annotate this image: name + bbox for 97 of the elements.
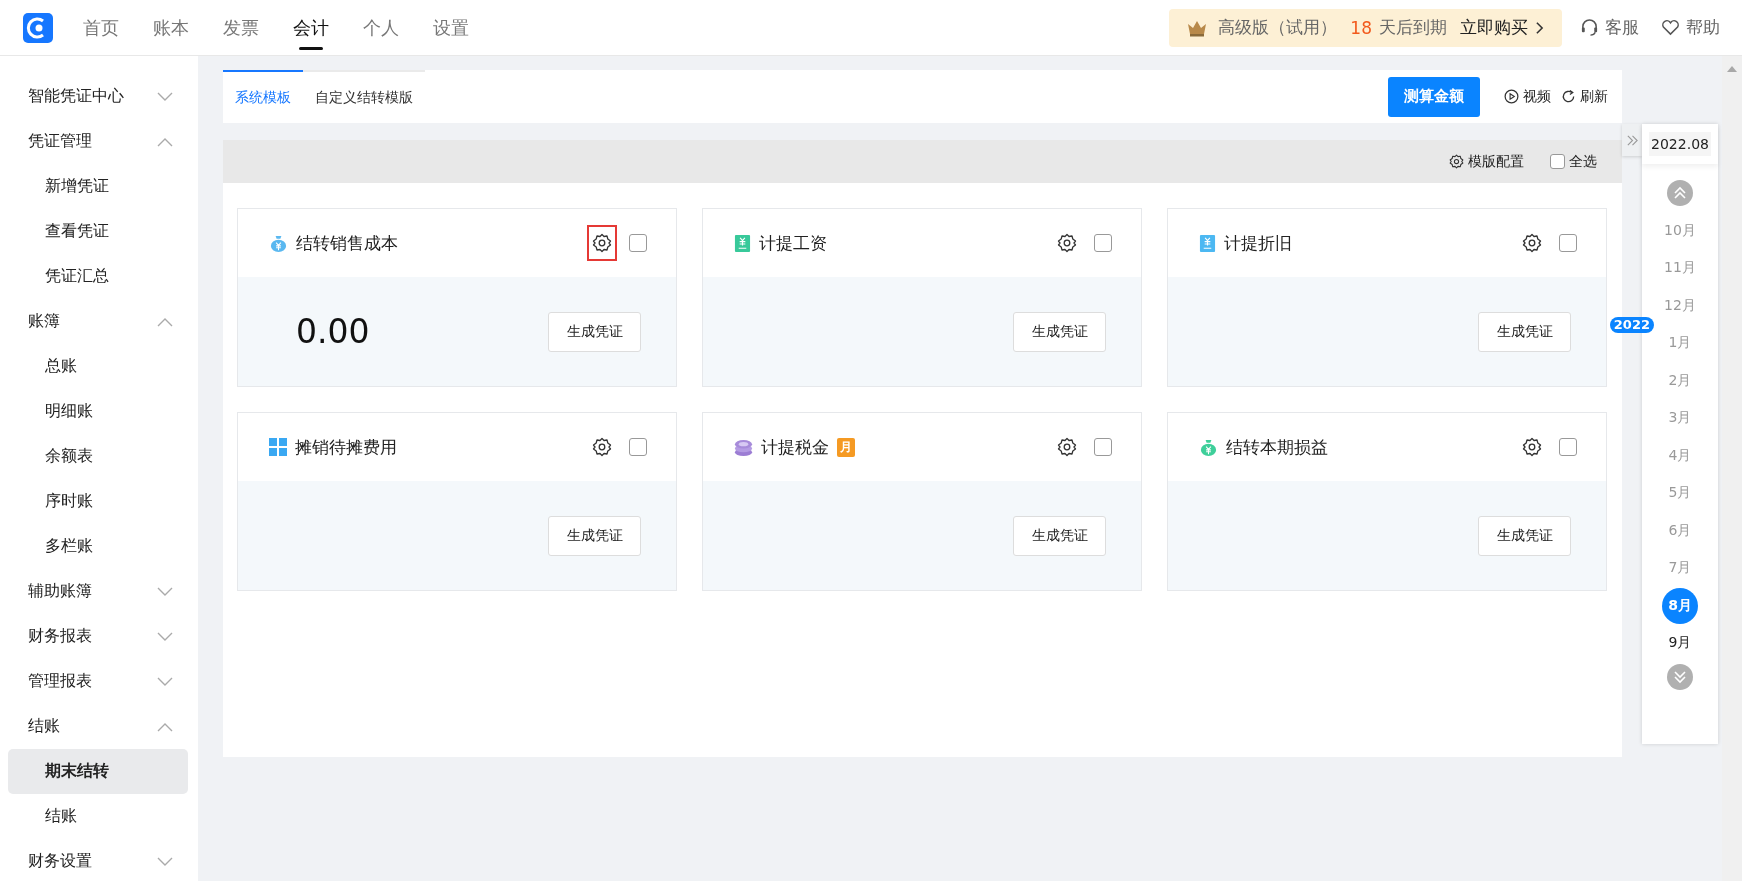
card-title: 结转本期损益 [1226, 435, 1328, 459]
sidebar-group[interactable]: 智能凭证中心 [0, 74, 198, 119]
amount-value: 0.00 [296, 312, 370, 351]
nav-tab[interactable]: 账本 [153, 0, 189, 56]
app-logo-icon[interactable] [23, 12, 53, 43]
settings-icon [592, 437, 612, 457]
template-config-link[interactable]: 模版配置 [1468, 152, 1524, 171]
coins-icon [734, 437, 753, 457]
year-marker: 2022 [1609, 316, 1654, 333]
header-link[interactable]: 帮助 [1686, 16, 1720, 39]
sidebar-item[interactable]: 结账 [8, 794, 188, 839]
card-title: 计提工资 [759, 231, 827, 255]
template-tab[interactable]: 系统模板 [223, 70, 303, 123]
sidebar-group[interactable]: 辅助账簿 [0, 569, 198, 614]
upgrade-banner[interactable]: 高级版（试用） 18 天后到期 立即购买 [1169, 8, 1562, 47]
sidebar-item[interactable]: 期末结转 [8, 749, 188, 794]
settings-icon [592, 233, 612, 253]
generate-voucher-button[interactable]: 生成凭证 [548, 515, 641, 556]
settings-icon [1522, 437, 1542, 457]
card-checkbox[interactable] [1559, 234, 1577, 252]
card-checkbox[interactable] [629, 234, 647, 252]
money-bag-icon [1199, 437, 1218, 457]
settings-icon [1057, 437, 1077, 457]
sidebar-group-label: 凭证管理 [28, 131, 92, 152]
card-settings-button[interactable] [587, 225, 617, 261]
buy-now-link[interactable]: 立即购买 [1460, 16, 1528, 39]
card-title: 计提折旧 [1224, 231, 1292, 255]
sidebar-item[interactable]: 总账 [8, 344, 188, 389]
card-title: 结转销售成本 [296, 231, 398, 255]
sidebar-group[interactable]: 财务报表 [0, 614, 198, 659]
sidebar-group-label: 辅助账簿 [28, 581, 92, 602]
sidebar-group[interactable]: 凭证管理 [0, 119, 198, 164]
heart-icon[interactable] [1661, 19, 1680, 36]
days-count: 18 [1350, 17, 1372, 38]
current-period: 2022.08 [1649, 132, 1711, 156]
sidebar-item[interactable]: 余额表 [8, 434, 188, 479]
video-link[interactable]: 视频 [1523, 87, 1551, 106]
expiry-label: 天后到期 [1379, 16, 1447, 39]
sidebar-group[interactable]: 管理报表 [0, 659, 198, 704]
double-chevron-right-icon [1625, 133, 1639, 147]
scrollbar[interactable] [1722, 56, 1742, 881]
month-item[interactable]: 9月 [1662, 625, 1698, 662]
scroll-up-arrow-icon[interactable] [1727, 66, 1737, 72]
receipt-icon [1199, 234, 1216, 252]
sidebar-group-label: 结账 [28, 716, 60, 737]
template-tab[interactable]: 自定义结转模版 [303, 70, 425, 123]
generate-voucher-button[interactable]: 生成凭证 [1013, 311, 1106, 352]
card-checkbox[interactable] [1559, 438, 1577, 456]
grid-icon [269, 438, 287, 456]
sidebar-group-label: 财务报表 [28, 626, 92, 647]
card-title: 摊销待摊费用 [295, 435, 397, 459]
sidebar-group-label: 智能凭证中心 [28, 86, 124, 107]
sidebar-item[interactable]: 明细账 [8, 389, 188, 434]
sidebar-group[interactable]: 账簿 [0, 299, 198, 344]
sidebar-group-label: 管理报表 [28, 671, 92, 692]
chevron-right-icon [1535, 20, 1544, 35]
money-bag-icon [269, 233, 288, 253]
scroll-up-icon[interactable] [1667, 180, 1693, 206]
generate-voucher-button[interactable]: 生成凭证 [1013, 515, 1106, 556]
refresh-link[interactable]: 刷新 [1580, 87, 1608, 106]
header-link[interactable]: 客服 [1605, 16, 1639, 39]
sidebar-group-label: 账簿 [28, 311, 60, 332]
generate-voucher-button[interactable]: 生成凭证 [1478, 311, 1571, 352]
nav-tab[interactable]: 首页 [83, 0, 119, 56]
sidebar-item[interactable]: 序时账 [8, 479, 188, 524]
sidebar-group[interactable]: 财务设置 [0, 839, 198, 881]
settings-icon [1522, 233, 1542, 253]
generate-voucher-button[interactable]: 生成凭证 [548, 311, 641, 352]
receipt-icon [734, 234, 751, 252]
headset-icon[interactable] [1580, 18, 1599, 37]
sidebar-item[interactable]: 多栏账 [8, 524, 188, 569]
card-checkbox[interactable] [629, 438, 647, 456]
nav-tab[interactable]: 个人 [363, 0, 399, 56]
sidebar-group-label: 财务设置 [28, 851, 92, 872]
card-checkbox[interactable] [1094, 438, 1112, 456]
play-icon[interactable] [1504, 89, 1519, 104]
select-all-label[interactable]: 全选 [1569, 152, 1597, 171]
settings-icon [1057, 233, 1077, 253]
nav-tab[interactable]: 发票 [223, 0, 259, 56]
nav-tab[interactable]: 设置 [433, 0, 469, 56]
sidebar-item[interactable]: 凭证汇总 [8, 254, 188, 299]
sidebar-item[interactable]: 新增凭证 [8, 164, 188, 209]
sidebar-item[interactable]: 查看凭证 [8, 209, 188, 254]
sidebar-group[interactable]: 结账 [0, 704, 198, 749]
refresh-icon[interactable] [1561, 89, 1576, 104]
scroll-down-icon[interactable] [1667, 664, 1693, 690]
card-checkbox[interactable] [1094, 234, 1112, 252]
collapse-tab[interactable] [1622, 124, 1642, 156]
month-badge: 月 [837, 437, 855, 457]
settings-icon[interactable] [1449, 154, 1464, 169]
month-item[interactable]: 8月 [1662, 587, 1698, 624]
nav-tab[interactable]: 会计 [293, 0, 329, 56]
generate-voucher-button[interactable]: 生成凭证 [1478, 515, 1571, 556]
calculate-button[interactable]: 测算金额 [1388, 76, 1480, 117]
select-all-checkbox[interactable] [1550, 154, 1565, 169]
card-title: 计提税金 [761, 435, 829, 459]
edition-label: 高级版（试用） [1218, 16, 1338, 39]
